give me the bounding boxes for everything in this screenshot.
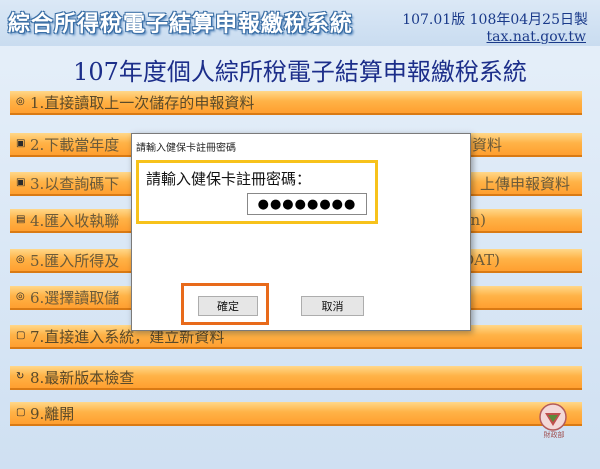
menu-item-label: 8.最新版本檢查 (30, 368, 135, 387)
password-dialog: 請輸入健保卡註冊密碼 請輸入健保卡註冊密碼： ●●●●●●●● 確定 取消 (131, 133, 471, 331)
cancel-button[interactable]: 取消 (301, 296, 364, 316)
logo-caption: 財政部 (543, 431, 565, 439)
menu-item-label-tail: n) (470, 211, 486, 229)
window-icon: ▢ (16, 407, 26, 418)
dialog-title: 請輸入健保卡註冊密碼 (136, 143, 236, 154)
menu-item-label: 1.直接讀取上一次儲存的申報資料 (30, 93, 255, 112)
menu-item-label: 3.以查詢碼下 (30, 174, 120, 193)
download-icon: ▣ (16, 138, 26, 149)
menu-item-label: 2.下載當年度 (30, 135, 120, 154)
menu-item-9[interactable]: ▢ 9.離開 (10, 402, 582, 426)
menu-item-label: 5.匯入所得及 (30, 251, 120, 270)
menu-item-label: 9.離開 (30, 404, 75, 423)
menu-item-8[interactable]: ↻ 8.最新版本檢查 (10, 366, 582, 390)
app-window: 綜合所得稅電子結算申報繳稅系統 107.01版 108年04月25日製 tax.… (0, 0, 600, 469)
ministry-logo-icon (539, 403, 567, 431)
refresh-icon: ↻ (16, 371, 25, 382)
menu-item-label: 6.選擇讀取儲 (30, 288, 120, 307)
cd-icon: ◎ (16, 96, 25, 107)
page-title: 107年度個人綜所稅電子結算申報繳稅系統 (73, 58, 527, 86)
menu-item-1[interactable]: ◎ 1.直接讀取上一次儲存的申報資料 (10, 91, 582, 115)
menu-item-label-tail: 資料 (471, 135, 502, 154)
prompt-highlight-box: 請輸入健保卡註冊密碼： ●●●●●●●● (136, 160, 378, 224)
version-date: 107.01版 108年04月25日製 (402, 12, 588, 28)
import-icon: ▤ (16, 214, 26, 225)
cd-icon: ◎ (16, 254, 25, 265)
password-prompt: 請輸入健保卡註冊密碼： (146, 170, 312, 188)
menu-item-label: 4.匯入收執聯 (30, 211, 120, 230)
download-icon: ▣ (16, 177, 26, 188)
app-title: 綜合所得稅電子結算申報繳稅系統 (8, 11, 354, 37)
menu-item-label-tail: 上傳申報資料 (479, 174, 570, 193)
header-bar: 綜合所得稅電子結算申報繳稅系統 107.01版 108年04月25日製 tax.… (0, 0, 600, 46)
site-link[interactable]: tax.nat.gov.tw (487, 29, 586, 45)
password-input[interactable]: ●●●●●●●● (247, 193, 367, 215)
window-icon: ▢ (16, 330, 26, 341)
cd-icon: ◎ (16, 291, 25, 302)
ok-button[interactable]: 確定 (198, 296, 258, 316)
